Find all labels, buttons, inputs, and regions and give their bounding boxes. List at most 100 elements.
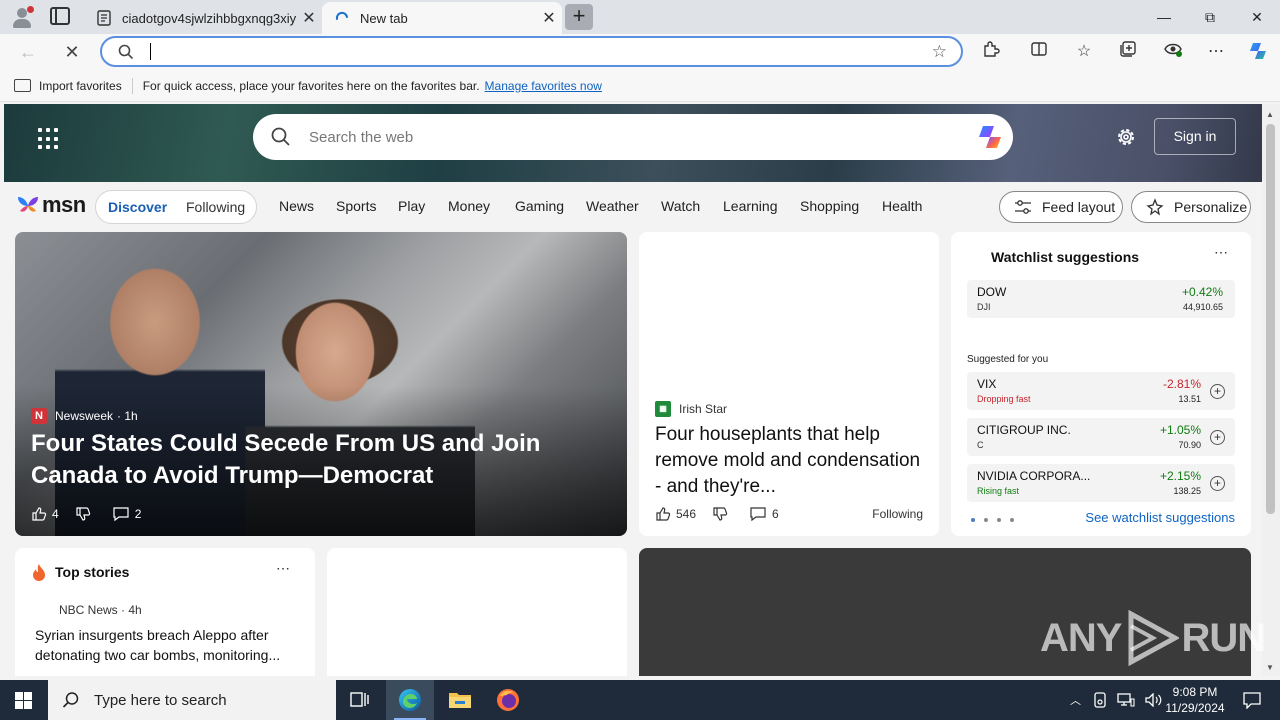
taskbar-search-box[interactable]: Type here to search — [48, 680, 336, 720]
tab-discover[interactable]: Discover — [108, 199, 167, 215]
like-button[interactable]: 546 — [655, 506, 696, 522]
gear-icon[interactable] — [1115, 126, 1137, 148]
watermark-text-right: RUN — [1181, 615, 1266, 660]
comment-count: 6 — [772, 507, 779, 521]
thumbs-down-icon — [76, 507, 90, 521]
story-headline[interactable]: Four houseplants that help remove mold a… — [655, 422, 925, 500]
notifications-icon[interactable] — [1232, 680, 1272, 720]
sign-in-button[interactable]: Sign in — [1154, 118, 1236, 155]
firefox-icon[interactable] — [484, 680, 532, 720]
category-learning[interactable]: Learning — [723, 198, 778, 214]
add-to-watchlist-icon[interactable]: + — [1210, 430, 1225, 445]
ticker-symbol: DJI — [977, 302, 991, 312]
story-reactions: 4 2 — [31, 506, 157, 522]
feed-toggle: Discover Following — [95, 190, 257, 224]
windows-start-icon[interactable] — [0, 680, 48, 720]
category-watch[interactable]: Watch — [661, 198, 700, 214]
scrollbar-thumb[interactable] — [1266, 124, 1275, 514]
file-explorer-icon[interactable] — [436, 680, 484, 720]
back-icon[interactable]: ← — [14, 39, 42, 65]
scroll-up-icon[interactable]: ▲ — [1266, 110, 1274, 119]
see-watchlist-link[interactable]: See watchlist suggestions — [1085, 510, 1235, 525]
clock-date: 11/29/2024 — [1165, 701, 1225, 715]
new-tab-button[interactable]: + — [565, 4, 593, 30]
more-options-icon[interactable]: ⋯ — [1214, 244, 1229, 261]
web-search-box[interactable] — [253, 114, 1013, 160]
scroll-down-icon[interactable]: ▼ — [1266, 663, 1274, 672]
feed-layout-button[interactable]: Feed layout — [999, 191, 1123, 223]
extensions-icon[interactable] — [978, 40, 1004, 64]
windows-taskbar: Type here to search ︿ 9:08 PM 11/29/2024 — [0, 680, 1280, 720]
settings-more-icon[interactable]: ⋯ — [1203, 40, 1229, 64]
network-icon[interactable] — [1117, 693, 1135, 707]
more-options-icon[interactable]: ⋯ — [276, 560, 291, 577]
copilot-icon[interactable] — [975, 122, 1005, 152]
watchlist-card: Watchlist suggestions ⋯ DOW DJI +0.42% 4… — [951, 232, 1251, 536]
import-favorites-button[interactable]: Import favorites — [14, 79, 122, 93]
following-button[interactable]: Following — [872, 507, 923, 521]
add-to-watchlist-icon[interactable]: + — [1210, 384, 1225, 399]
watchlist-row-vix[interactable]: VIX Dropping fast -2.81% 13.51 + — [967, 372, 1235, 410]
msn-logo[interactable]: msn — [16, 192, 86, 218]
device-icon[interactable] — [1093, 692, 1107, 708]
stop-loading-icon[interactable]: ✕ — [58, 39, 86, 65]
address-input[interactable] — [150, 43, 151, 60]
manage-favorites-link[interactable]: Manage favorites now — [485, 79, 602, 93]
category-health[interactable]: Health — [882, 198, 922, 214]
taskbar-clock[interactable]: 9:08 PM 11/29/2024 — [1160, 684, 1230, 716]
show-hidden-icons-icon[interactable]: ︿ — [1070, 692, 1081, 708]
top-stories-title: Top stories — [55, 564, 130, 580]
tab-cia[interactable]: ciadotgov4sjwlzihbbgxnqg3xiyrg ✕ — [84, 2, 322, 34]
story-card[interactable]: ▦ Irish Star Four houseplants that help … — [639, 232, 939, 536]
ticker-change: +1.05% — [1159, 423, 1201, 437]
comments-button[interactable]: 2 — [112, 506, 141, 522]
category-news[interactable]: News — [279, 198, 314, 214]
msn-logo-text: msn — [42, 192, 86, 217]
tab-actions-icon[interactable] — [50, 7, 70, 25]
category-money[interactable]: Money — [448, 198, 490, 214]
like-button[interactable]: 4 — [31, 506, 59, 522]
carousel-dots[interactable] — [971, 518, 1023, 522]
category-sports[interactable]: Sports — [336, 198, 376, 214]
restore-icon[interactable]: ⧉ — [1187, 6, 1233, 28]
web-search-input[interactable] — [309, 126, 909, 148]
lead-story-card[interactable]: N Newsweek · 1h Four States Could Secede… — [15, 232, 627, 536]
copilot-icon[interactable] — [1245, 40, 1271, 64]
favorite-star-icon[interactable]: ☆ — [932, 42, 947, 62]
category-play[interactable]: Play — [398, 198, 425, 214]
ticker-name: NVIDIA CORPORA... — [977, 469, 1091, 483]
clock-time: 9:08 PM — [1172, 685, 1218, 699]
dislike-button[interactable] — [712, 506, 733, 522]
watchlist-row-dow[interactable]: DOW DJI +0.42% 44,910.65 — [967, 280, 1235, 318]
watchlist-row-citigroup[interactable]: CITIGROUP INC. C +1.05% 70.90 + — [967, 418, 1235, 456]
add-to-watchlist-icon[interactable]: + — [1210, 476, 1225, 491]
top-stories-card: Top stories ⋯ NBC News · 4h Syrian insur… — [15, 548, 315, 676]
split-screen-icon[interactable] — [1026, 40, 1052, 64]
tab-new-tab[interactable]: New tab ✕ — [322, 2, 562, 34]
task-view-icon[interactable] — [336, 680, 384, 720]
profile-icon[interactable] — [10, 5, 34, 29]
story-headline[interactable]: Syrian insurgents breach Aleppo after de… — [35, 625, 299, 665]
edge-taskbar-icon[interactable] — [386, 680, 434, 720]
category-weather[interactable]: Weather — [586, 198, 639, 214]
favorites-icon[interactable]: ☆ — [1071, 40, 1097, 64]
close-window-icon[interactable]: ✕ — [1234, 6, 1280, 28]
page-scrollbar[interactable]: ▲ ▼ — [1262, 104, 1280, 676]
like-count: 546 — [676, 507, 697, 521]
dislike-button[interactable] — [75, 506, 96, 522]
collections-icon[interactable] — [1115, 40, 1141, 64]
personalize-button[interactable]: Personalize — [1131, 191, 1251, 223]
close-tab-icon[interactable]: ✕ — [296, 8, 322, 28]
address-bar[interactable]: ☆ — [100, 36, 963, 67]
lead-headline[interactable]: Four States Could Secede From US and Joi… — [31, 428, 611, 492]
comments-button[interactable]: 6 — [749, 506, 779, 522]
watchlist-row-nvidia[interactable]: NVIDIA CORPORA... Rising fast +2.15% 138… — [967, 464, 1235, 502]
category-shopping[interactable]: Shopping — [800, 198, 859, 214]
minimize-icon[interactable]: — — [1141, 6, 1187, 28]
tab-following[interactable]: Following — [186, 199, 245, 215]
browser-essentials-icon[interactable] — [1160, 40, 1186, 64]
ticker-name: CITIGROUP INC. — [977, 423, 1071, 437]
category-gaming[interactable]: Gaming — [515, 198, 564, 214]
app-launcher-icon[interactable] — [38, 128, 60, 150]
close-tab-icon[interactable]: ✕ — [536, 8, 562, 28]
